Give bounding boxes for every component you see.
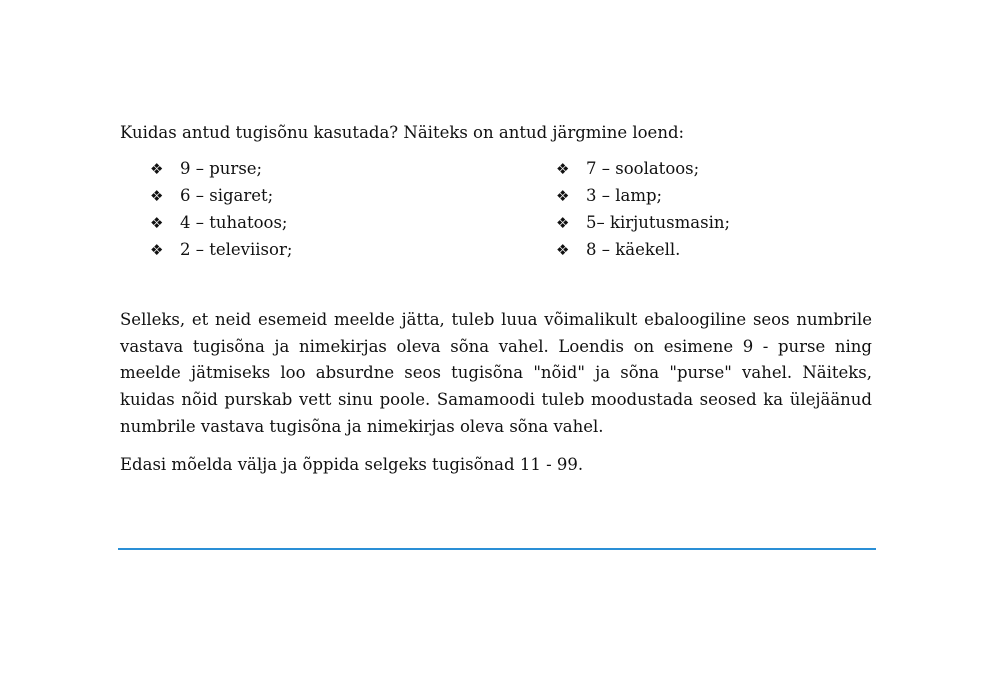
footer-divider: [118, 548, 876, 550]
list-item: ❖ 8 – käekell.: [556, 238, 730, 265]
diamond-bullet-icon: ❖: [556, 241, 570, 259]
list-item: ❖ 9 – purse;: [150, 157, 292, 184]
next-step-paragraph: Edasi mõelda välja ja õppida selgeks tug…: [120, 455, 584, 474]
diamond-bullet-icon: ❖: [556, 214, 570, 232]
list-item: ❖ 6 – sigaret;: [150, 184, 292, 211]
diamond-bullet-icon: ❖: [150, 241, 164, 259]
list-item-text: 9 – purse;: [180, 159, 263, 178]
diamond-bullet-icon: ❖: [556, 160, 570, 178]
document-page: Kuidas antud tugisõnu kasutada? Näiteks …: [0, 0, 993, 700]
diamond-bullet-icon: ❖: [150, 214, 164, 232]
list-item-text: 3 – lamp;: [586, 186, 663, 205]
word-list-right: ❖ 7 – soolatoos; ❖ 3 – lamp; ❖ 5– kirjutusm…: [556, 157, 730, 265]
list-item-text: 5– kirjutusmasin;: [586, 213, 731, 232]
diamond-bullet-icon: ❖: [150, 187, 164, 205]
explanation-paragraph: Selleks, et neid esemeid meelde jätta, t…: [120, 310, 872, 436]
list-item-text: 6 – sigaret;: [180, 186, 274, 205]
list-item: ❖ 2 – televiisor;: [150, 238, 292, 265]
list-item-text: 7 – soolatoos;: [586, 159, 700, 178]
list-item-text: 4 – tuhatoos;: [180, 213, 288, 232]
list-item-text: 2 – televiisor;: [180, 240, 293, 259]
diamond-bullet-icon: ❖: [556, 187, 570, 205]
word-list-left: ❖ 9 – purse; ❖ 6 – sigaret; ❖ 4 – tuhatoos;…: [150, 157, 292, 265]
list-item: ❖ 7 – soolatoos;: [556, 157, 730, 184]
diamond-bullet-icon: ❖: [150, 160, 164, 178]
intro-text: Kuidas antud tugisõnu kasutada? Näiteks …: [120, 123, 685, 142]
list-item: ❖ 4 – tuhatoos;: [150, 211, 292, 238]
list-item-text: 8 – käekell.: [586, 240, 681, 259]
list-item: ❖ 5– kirjutusmasin;: [556, 211, 730, 238]
list-item: ❖ 3 – lamp;: [556, 184, 730, 211]
